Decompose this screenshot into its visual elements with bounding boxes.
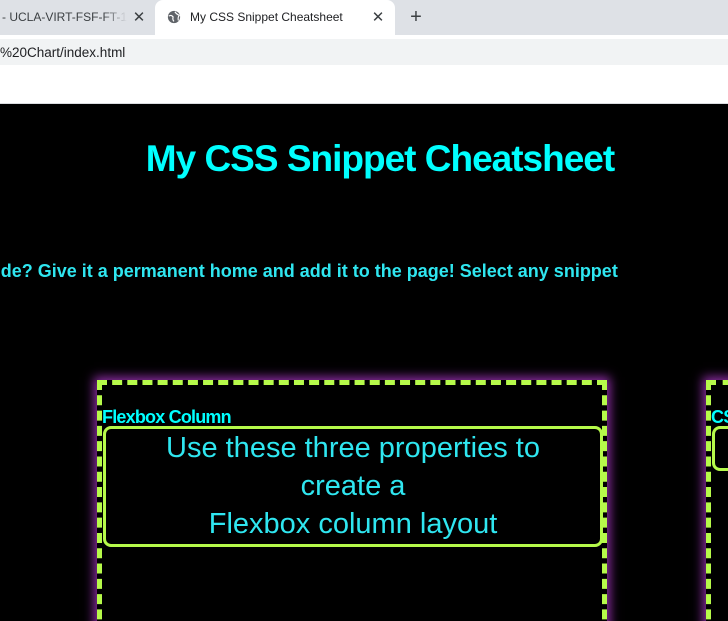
tab-ucla[interactable]: - UCLA-VIRT-FSF-FT-11-2 ✕ xyxy=(0,0,155,35)
tab-title: My CSS Snippet Cheatsheet xyxy=(190,10,343,24)
page-content: My CSS Snippet Cheatsheet Write CSS code… xyxy=(0,104,728,621)
page-title: My CSS Snippet Cheatsheet xyxy=(145,138,615,179)
bookmarks-bar xyxy=(0,66,728,104)
snippet-line: create a xyxy=(300,470,406,502)
tab-css-cheatsheet[interactable]: My CSS Snippet Cheatsheet ✕ xyxy=(155,0,395,35)
tab-strip: - UCLA-VIRT-FSF-FT-11-2 ✕ My CSS Snippet… xyxy=(0,0,728,35)
close-icon[interactable]: ✕ xyxy=(369,8,387,26)
snippet-line: Flexbox column layout xyxy=(208,508,498,540)
snippet-box[interactable] xyxy=(712,426,728,471)
browser-toolbar: %20Chart/index.html xyxy=(0,35,728,66)
close-icon[interactable]: ✕ xyxy=(130,8,148,26)
snippet-line: Use these three properties to xyxy=(166,432,540,464)
tab-title: - UCLA-VIRT-FSF-FT-11-2 xyxy=(2,10,127,24)
card-title: Flexbox Column xyxy=(102,407,232,427)
new-tab-button[interactable]: + xyxy=(404,6,428,28)
address-text: %20Chart/index.html xyxy=(0,45,126,60)
card-title: CSS xyxy=(711,407,728,427)
address-bar[interactable]: %20Chart/index.html xyxy=(0,39,728,65)
intro-text: Write CSS code? Give it a permanent home… xyxy=(0,261,618,281)
snippet-card-flexbox-column[interactable]: Flexbox Column Use these three propertie… xyxy=(97,380,607,621)
snippet-card-partial[interactable]: CSS xyxy=(706,380,728,621)
snippet-box[interactable]: Use these three properties to create a F… xyxy=(103,426,603,547)
globe-icon xyxy=(167,10,181,24)
